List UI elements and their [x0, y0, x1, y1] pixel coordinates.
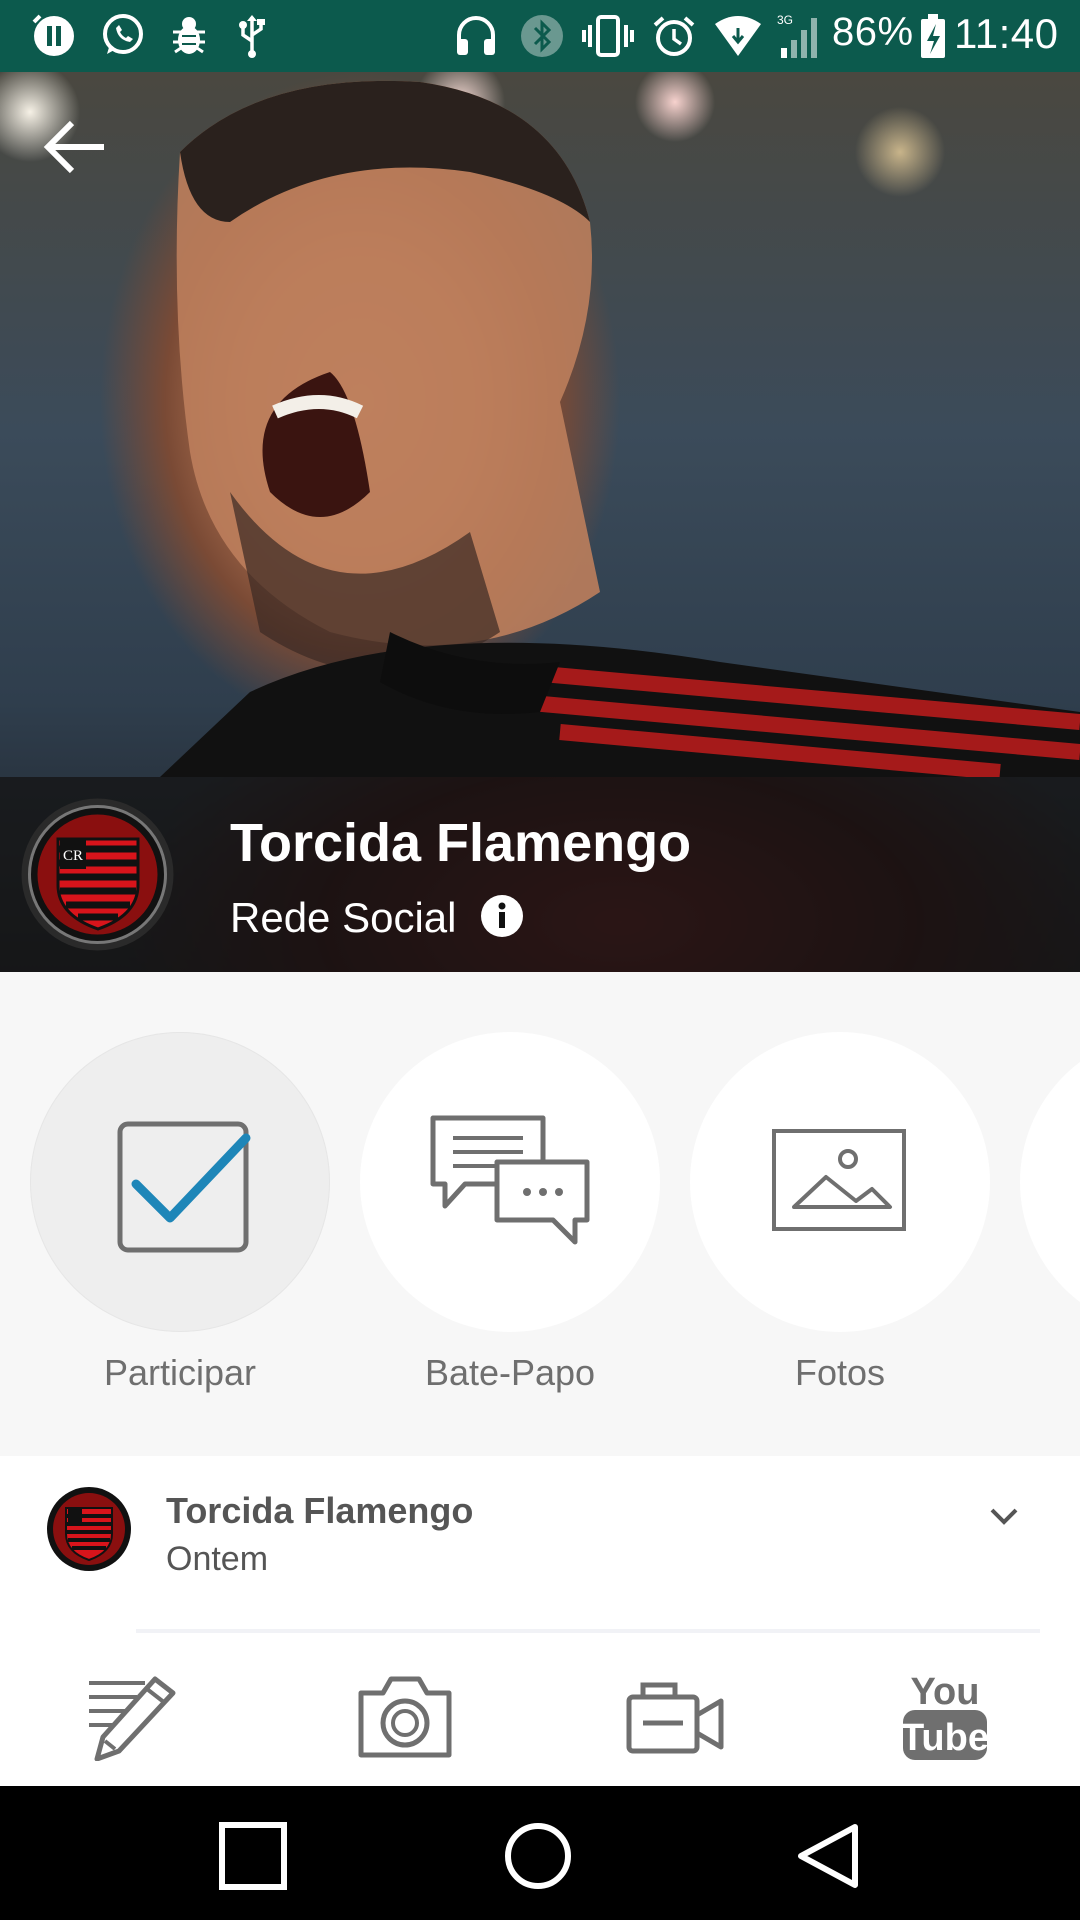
action-bate-papo[interactable]: Bate-Papo: [360, 1032, 660, 1394]
recents-button[interactable]: [213, 1816, 293, 1896]
headset-icon: [450, 14, 502, 58]
battery-charging-icon: [916, 14, 950, 58]
action-participar-circle[interactable]: [30, 1032, 330, 1332]
video-camera-icon: [626, 1682, 724, 1754]
post-time: Ontem: [166, 1540, 269, 1578]
signal-icon: 3G: [774, 13, 824, 58]
back-button[interactable]: [30, 102, 120, 192]
camera-icon: [358, 1676, 452, 1758]
divider: [136, 1629, 1040, 1633]
action-more-circle[interactable]: [1020, 1032, 1080, 1332]
actions-row: Participar Bate-Papo Fotos: [0, 972, 1080, 1452]
bug-icon: [164, 14, 214, 58]
club-logo[interactable]: CR: [20, 797, 175, 952]
action-bate-papo-circle[interactable]: [360, 1032, 660, 1332]
whatsapp-icon: [94, 14, 150, 58]
system-nav-bar: [0, 1786, 1080, 1920]
info-icon[interactable]: [480, 894, 524, 938]
bluetooth-icon: [518, 14, 566, 58]
wifi-icon: [712, 14, 764, 58]
page-subtitle: Rede Social: [230, 894, 457, 941]
post-author-avatar[interactable]: [46, 1486, 132, 1572]
action-participar[interactable]: Participar: [30, 1032, 330, 1394]
action-label: Bate-Papo: [424, 1352, 596, 1393]
write-post-button[interactable]: [80, 1666, 190, 1766]
cover-image: [160, 80, 1080, 777]
post-author-name[interactable]: Torcida Flamengo: [166, 1490, 473, 1532]
youtube-top-text: You: [911, 1671, 980, 1713]
action-more-partial[interactable]: [1020, 1032, 1080, 1332]
back-triangle-icon: [798, 1824, 858, 1888]
video-button[interactable]: [620, 1666, 730, 1766]
svg-text:CR: CR: [63, 848, 83, 864]
chevron-down-icon[interactable]: [984, 1496, 1024, 1536]
network-type-label: 3G: [777, 13, 793, 27]
page-title: Torcida Flamengo: [230, 813, 692, 873]
cover-photo: CR Torcida Flamengo Rede Social: [0, 72, 1080, 972]
screen: 3G 86% 11:40 CR Torcida Flamengo Rede So…: [0, 0, 1080, 1920]
write-post-icon: [89, 1676, 176, 1761]
youtube-icon: You Tube: [901, 1671, 989, 1760]
arrow-left-icon: [43, 120, 104, 174]
youtube-button[interactable]: You Tube: [890, 1666, 1000, 1766]
usb-icon: [232, 14, 272, 58]
action-label: Fotos: [794, 1352, 886, 1393]
image-icon: [772, 1129, 906, 1231]
pause-icon: [26, 14, 82, 58]
alarm-icon: [650, 14, 698, 58]
status-time: 11:40: [954, 10, 1059, 57]
home-button[interactable]: [498, 1816, 578, 1896]
youtube-bottom-text: Tube: [901, 1717, 989, 1759]
battery-percent: 86%: [832, 10, 914, 54]
action-label: Participar: [103, 1352, 257, 1393]
recents-square-icon: [219, 1822, 287, 1890]
action-fotos[interactable]: Fotos: [690, 1032, 990, 1394]
action-fotos-circle[interactable]: [690, 1032, 990, 1332]
status-bar: 3G 86% 11:40: [0, 0, 1080, 72]
compose-toolbar: You Tube: [0, 1636, 1080, 1786]
vibrate-icon: [580, 14, 636, 58]
home-circle-icon: [505, 1823, 571, 1889]
post-card: Torcida Flamengo Ontem: [0, 1456, 1080, 1636]
camera-button[interactable]: [350, 1666, 460, 1766]
checkbox-checked-icon: [117, 1121, 251, 1253]
back-nav-button[interactable]: [788, 1816, 868, 1896]
chat-bubbles-icon: [430, 1115, 590, 1245]
